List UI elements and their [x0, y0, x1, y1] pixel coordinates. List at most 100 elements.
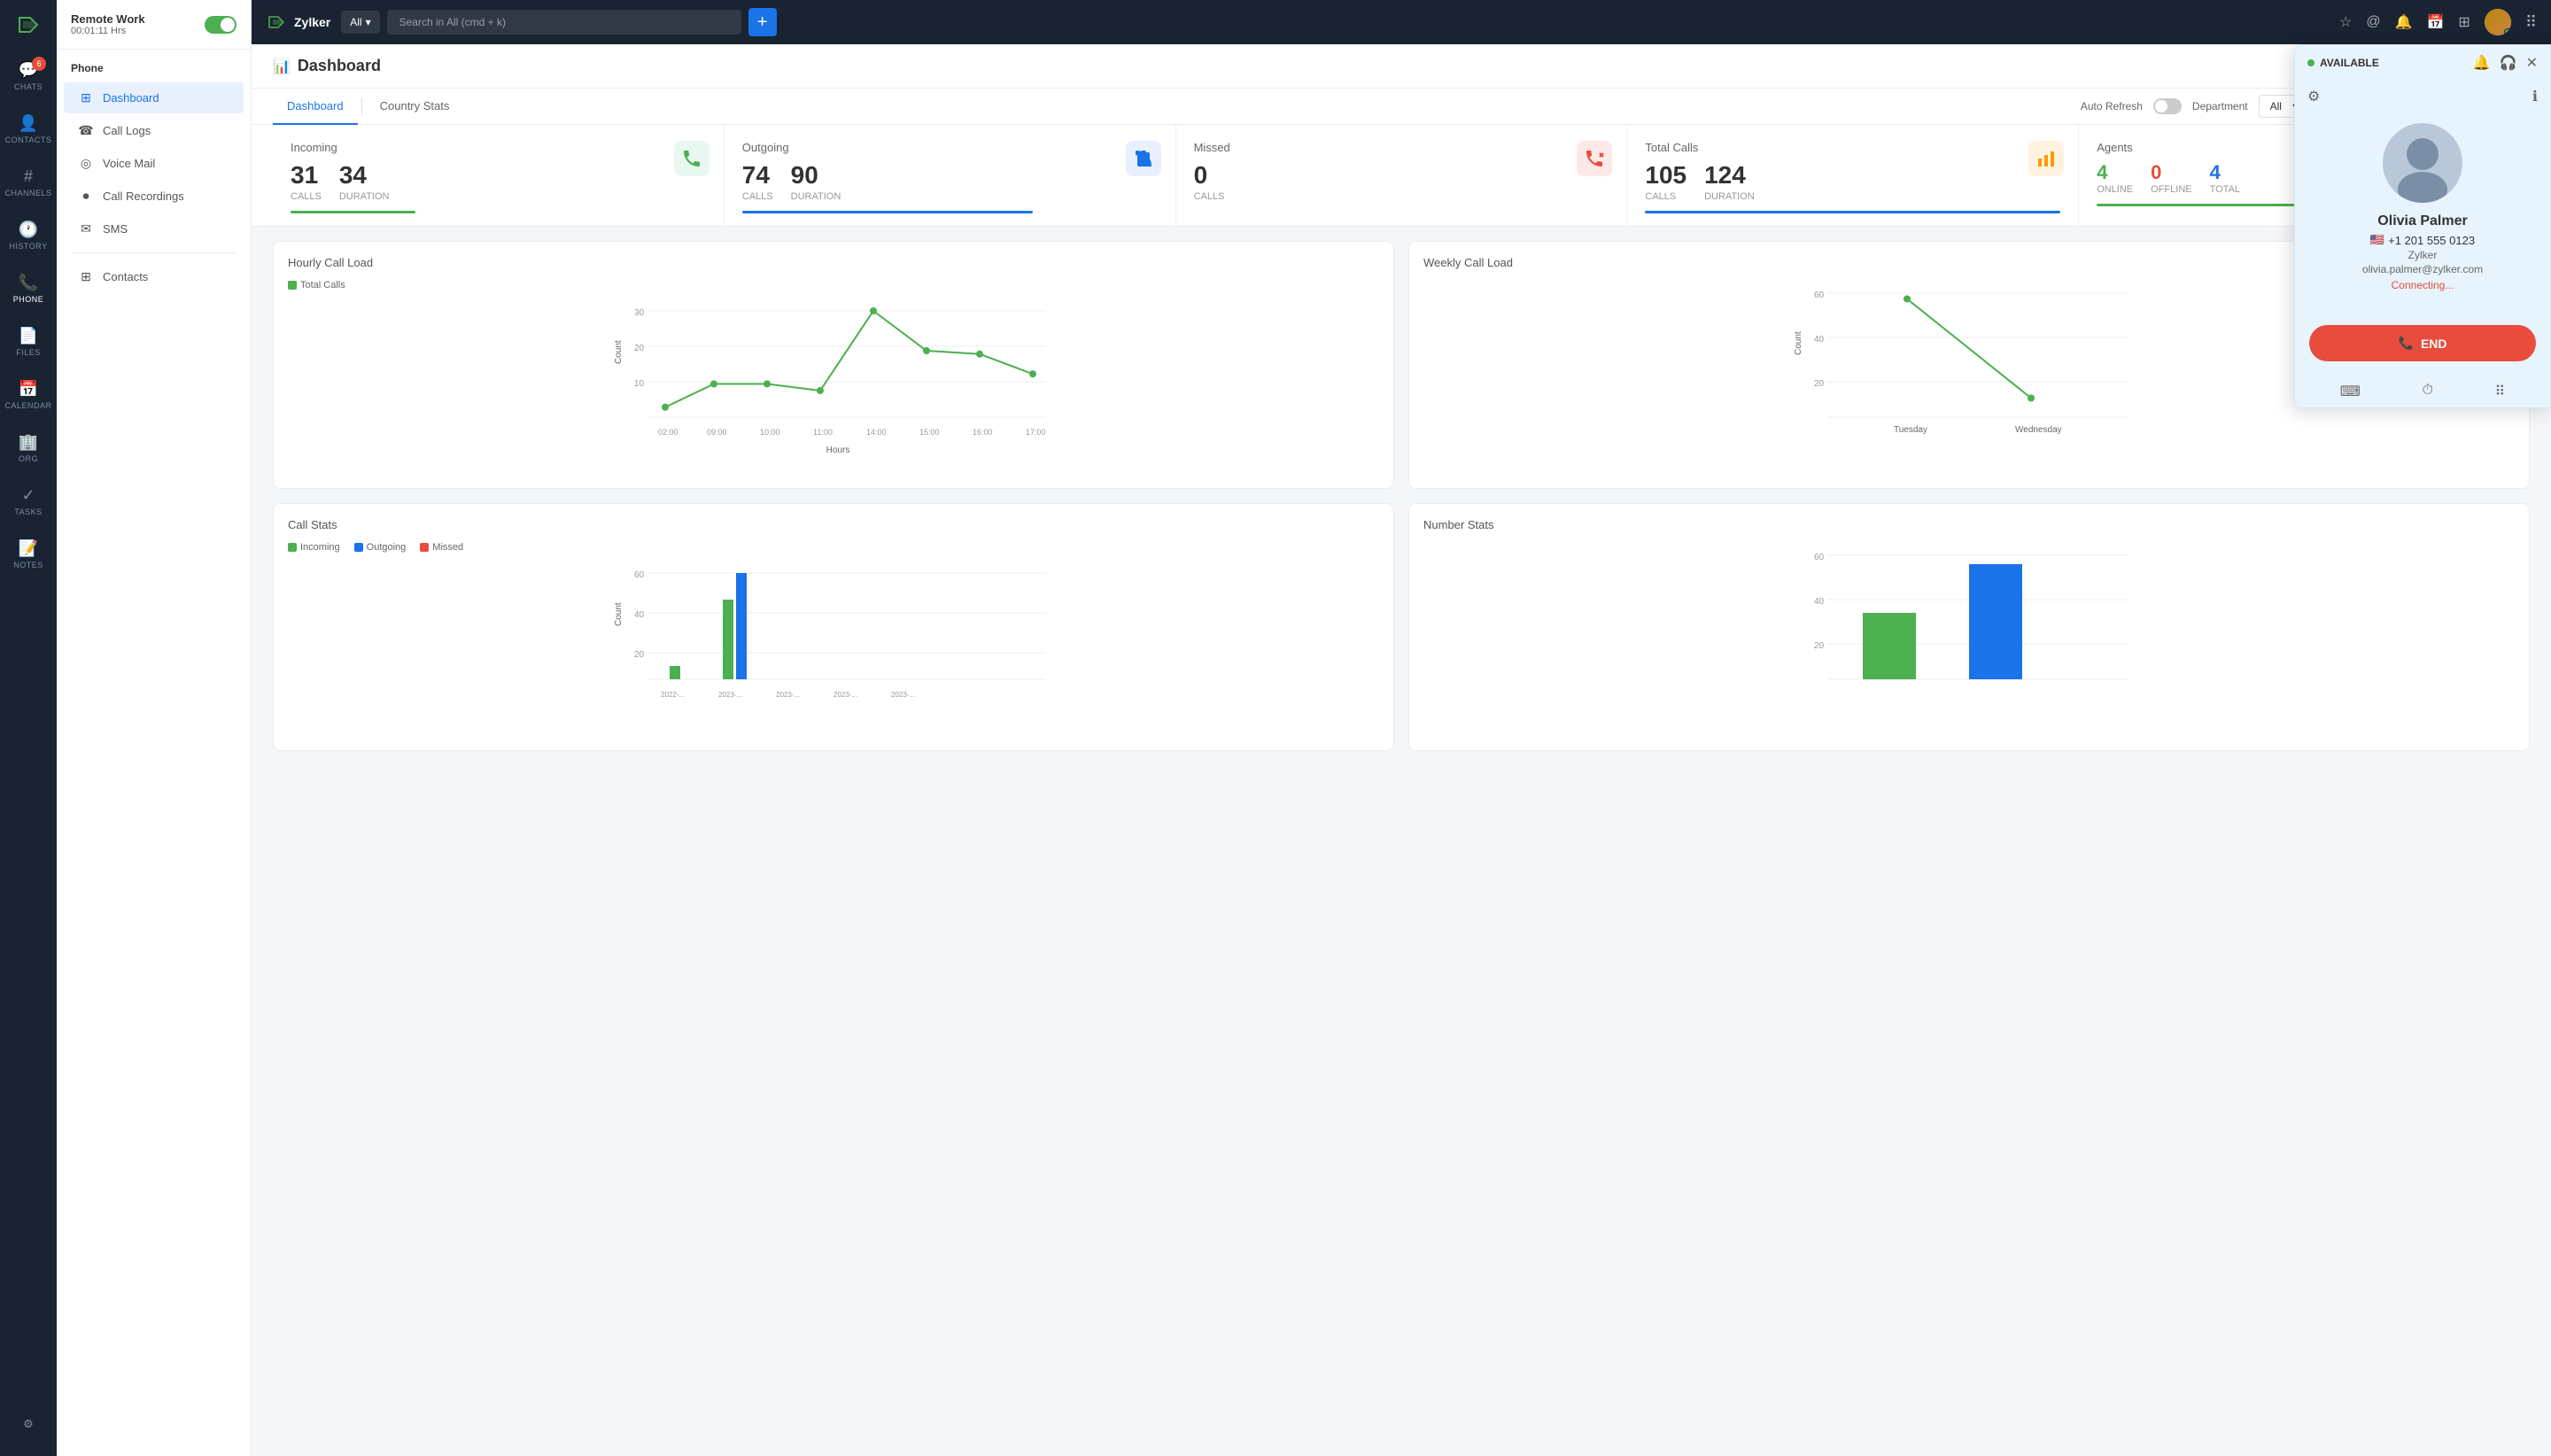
- agents-total-label: TOTAL: [2210, 184, 2240, 195]
- app-grid-icon[interactable]: ⠿: [2525, 13, 2537, 32]
- svg-text:60: 60: [1814, 553, 1825, 562]
- svg-text:30: 30: [634, 308, 645, 318]
- popup-bottom-icons: ⌨ ⏱ ⠿: [2295, 374, 2550, 407]
- sidebar-item-calendar[interactable]: 📅 CALENDAR: [4, 370, 53, 420]
- svg-text:20: 20: [634, 650, 645, 660]
- sidebar-item-chats[interactable]: 💬 CHATS 6: [4, 51, 53, 101]
- popup-info-icon[interactable]: ℹ: [2532, 88, 2538, 105]
- nav-sms[interactable]: ✉ SMS: [64, 213, 244, 244]
- legend-incoming: Incoming: [288, 542, 340, 553]
- call-stats-chart-svg: 60 40 20 2022-...: [288, 560, 1379, 719]
- agents-total-number: 4: [2210, 161, 2240, 184]
- legend-outgoing-label: Outgoing: [367, 542, 407, 553]
- stat-total-numbers: 105 CALLS 124 DURATION: [1645, 161, 2060, 202]
- nav-dashboard[interactable]: ⊞ Dashboard: [64, 82, 244, 113]
- caller-company: Zylker: [2408, 249, 2438, 261]
- legend-outgoing: Outgoing: [354, 542, 407, 553]
- user-avatar[interactable]: [2485, 9, 2511, 35]
- agents-online-number: 4: [2097, 161, 2133, 184]
- tab-dashboard[interactable]: Dashboard: [273, 89, 358, 125]
- stat-outgoing-calls: 74 CALLS: [742, 161, 773, 202]
- missed-calls-label: CALLS: [1194, 191, 1225, 202]
- search-filter-dropdown[interactable]: All ▾: [341, 11, 379, 34]
- nav-call-recordings[interactable]: ⏺ Call Recordings: [64, 181, 244, 212]
- end-button-label: END: [2421, 337, 2447, 351]
- svg-text:02:00: 02:00: [658, 428, 678, 437]
- contacts-sidebar-icon: ⊞: [78, 269, 94, 284]
- nav-contacts[interactable]: ⊞ Contacts: [64, 261, 244, 292]
- keypad-icon[interactable]: ⌨: [2340, 383, 2361, 400]
- sidebar-item-org[interactable]: 🏢 ORG: [4, 423, 53, 473]
- legend-total-dot: [288, 281, 297, 290]
- outgoing-duration-number: 90: [791, 161, 841, 190]
- sidebar-item-tasks[interactable]: ✓ TASKS: [4, 476, 53, 526]
- stat-missed-numbers: 0 CALLS: [1194, 161, 1609, 202]
- chart-hourly-legend: Total Calls: [288, 280, 1379, 290]
- missed-calls-number: 0: [1194, 161, 1225, 190]
- sidebar-item-files[interactable]: 📄 FILES: [4, 317, 53, 367]
- chart-call-stats-title: Call Stats: [288, 518, 1379, 531]
- add-button[interactable]: +: [748, 8, 777, 36]
- nav-voice-mail[interactable]: ◎ Voice Mail: [64, 148, 244, 179]
- legend-incoming-label: Incoming: [300, 542, 340, 553]
- svg-text:60: 60: [1814, 290, 1825, 300]
- apps-popup-icon[interactable]: ⠿: [2494, 383, 2505, 400]
- history-popup-icon[interactable]: ⏱: [2422, 383, 2432, 400]
- caller-name: Olivia Palmer: [2377, 213, 2467, 229]
- stat-total-title: Total Calls: [1645, 141, 2060, 154]
- sidebar-section-phone: Phone: [57, 50, 251, 81]
- auto-refresh-toggle[interactable]: [2153, 98, 2182, 114]
- available-status: AVAILABLE: [2320, 57, 2379, 69]
- sidebar-item-phone[interactable]: 📞 PHONE: [4, 264, 53, 314]
- chart-number-stats-title: Number Stats: [1423, 518, 2515, 531]
- stat-outgoing-title: Outgoing: [742, 141, 1158, 154]
- stat-incoming-title: Incoming: [291, 141, 706, 154]
- sidebar-divider: [71, 252, 236, 253]
- notification-bell-icon[interactable]: 🔔: [2473, 54, 2491, 72]
- outgoing-calls-label: CALLS: [742, 191, 773, 202]
- close-popup-icon[interactable]: ✕: [2526, 54, 2538, 72]
- svg-text:15:00: 15:00: [919, 428, 940, 437]
- tab-country-stats[interactable]: Country Stats: [366, 89, 464, 125]
- sidebar-item-contacts[interactable]: 👤 CONTACTS: [4, 105, 53, 154]
- popup-gear-icon[interactable]: ⚙: [2307, 88, 2320, 105]
- svg-text:20: 20: [634, 344, 645, 353]
- workspace-toggle[interactable]: [205, 16, 236, 34]
- content-header: 📊 Dashboard: [252, 44, 2551, 89]
- svg-text:Tuesday: Tuesday: [1894, 425, 1927, 435]
- flag-icon: 🇺🇸: [2370, 233, 2384, 247]
- chart-row-1: Hourly Call Load Total Calls 30 20 10: [273, 241, 2530, 489]
- sidebar-item-history[interactable]: 🕐 HISTORY: [4, 211, 53, 260]
- sidebar-item-notes[interactable]: 📝 NOTES: [4, 530, 53, 579]
- status-indicator: [2504, 28, 2511, 35]
- settings-icon[interactable]: ⚙: [4, 1399, 53, 1449]
- notes-icon: 📝: [19, 539, 38, 558]
- incoming-calls-label: CALLS: [291, 191, 322, 202]
- call-status: Connecting...: [2392, 279, 2454, 291]
- calendar-icon: 📅: [19, 380, 38, 399]
- chart-number-stats: Number Stats 60 40 20: [1408, 503, 2530, 751]
- sidebar-item-channels[interactable]: # CHANNELS: [4, 158, 53, 207]
- headset-icon[interactable]: 🎧: [2500, 54, 2517, 72]
- mention-icon[interactable]: @: [2366, 14, 2380, 30]
- available-indicator: [2307, 59, 2315, 66]
- end-call-button[interactable]: 📞 END: [2309, 325, 2536, 361]
- nav-call-logs[interactable]: ☎ Call Logs: [64, 115, 244, 146]
- stats-row: Incoming 31 CALLS 34 DURATION: [252, 125, 2551, 227]
- stat-incoming-duration: 34 DURATION: [339, 161, 390, 202]
- caller-email: olivia.palmer@zylker.com: [2362, 263, 2483, 275]
- chart-call-stats-legend: Incoming Outgoing Missed: [288, 542, 1379, 553]
- search-input[interactable]: [387, 10, 741, 35]
- agents-total: 4 TOTAL: [2210, 161, 2240, 195]
- calendar-topbar-icon[interactable]: 📅: [2426, 13, 2444, 31]
- workspace-name: Remote Work 00:01:11 Hrs: [71, 12, 145, 36]
- notification-icon[interactable]: 🔔: [2395, 13, 2413, 31]
- total-calls-label: CALLS: [1645, 191, 1686, 202]
- star-icon[interactable]: ☆: [2339, 13, 2352, 31]
- stat-outgoing-numbers: 74 CALLS 90 DURATION: [742, 161, 1158, 202]
- content-area: 📊 Dashboard Dashboard Country Stats Auto…: [252, 44, 2551, 1456]
- chart-hourly: Hourly Call Load Total Calls 30 20 10: [273, 241, 1394, 489]
- integrations-icon[interactable]: ⊞: [2458, 13, 2470, 31]
- svg-text:60: 60: [634, 570, 645, 580]
- svg-text:40: 40: [1814, 597, 1825, 607]
